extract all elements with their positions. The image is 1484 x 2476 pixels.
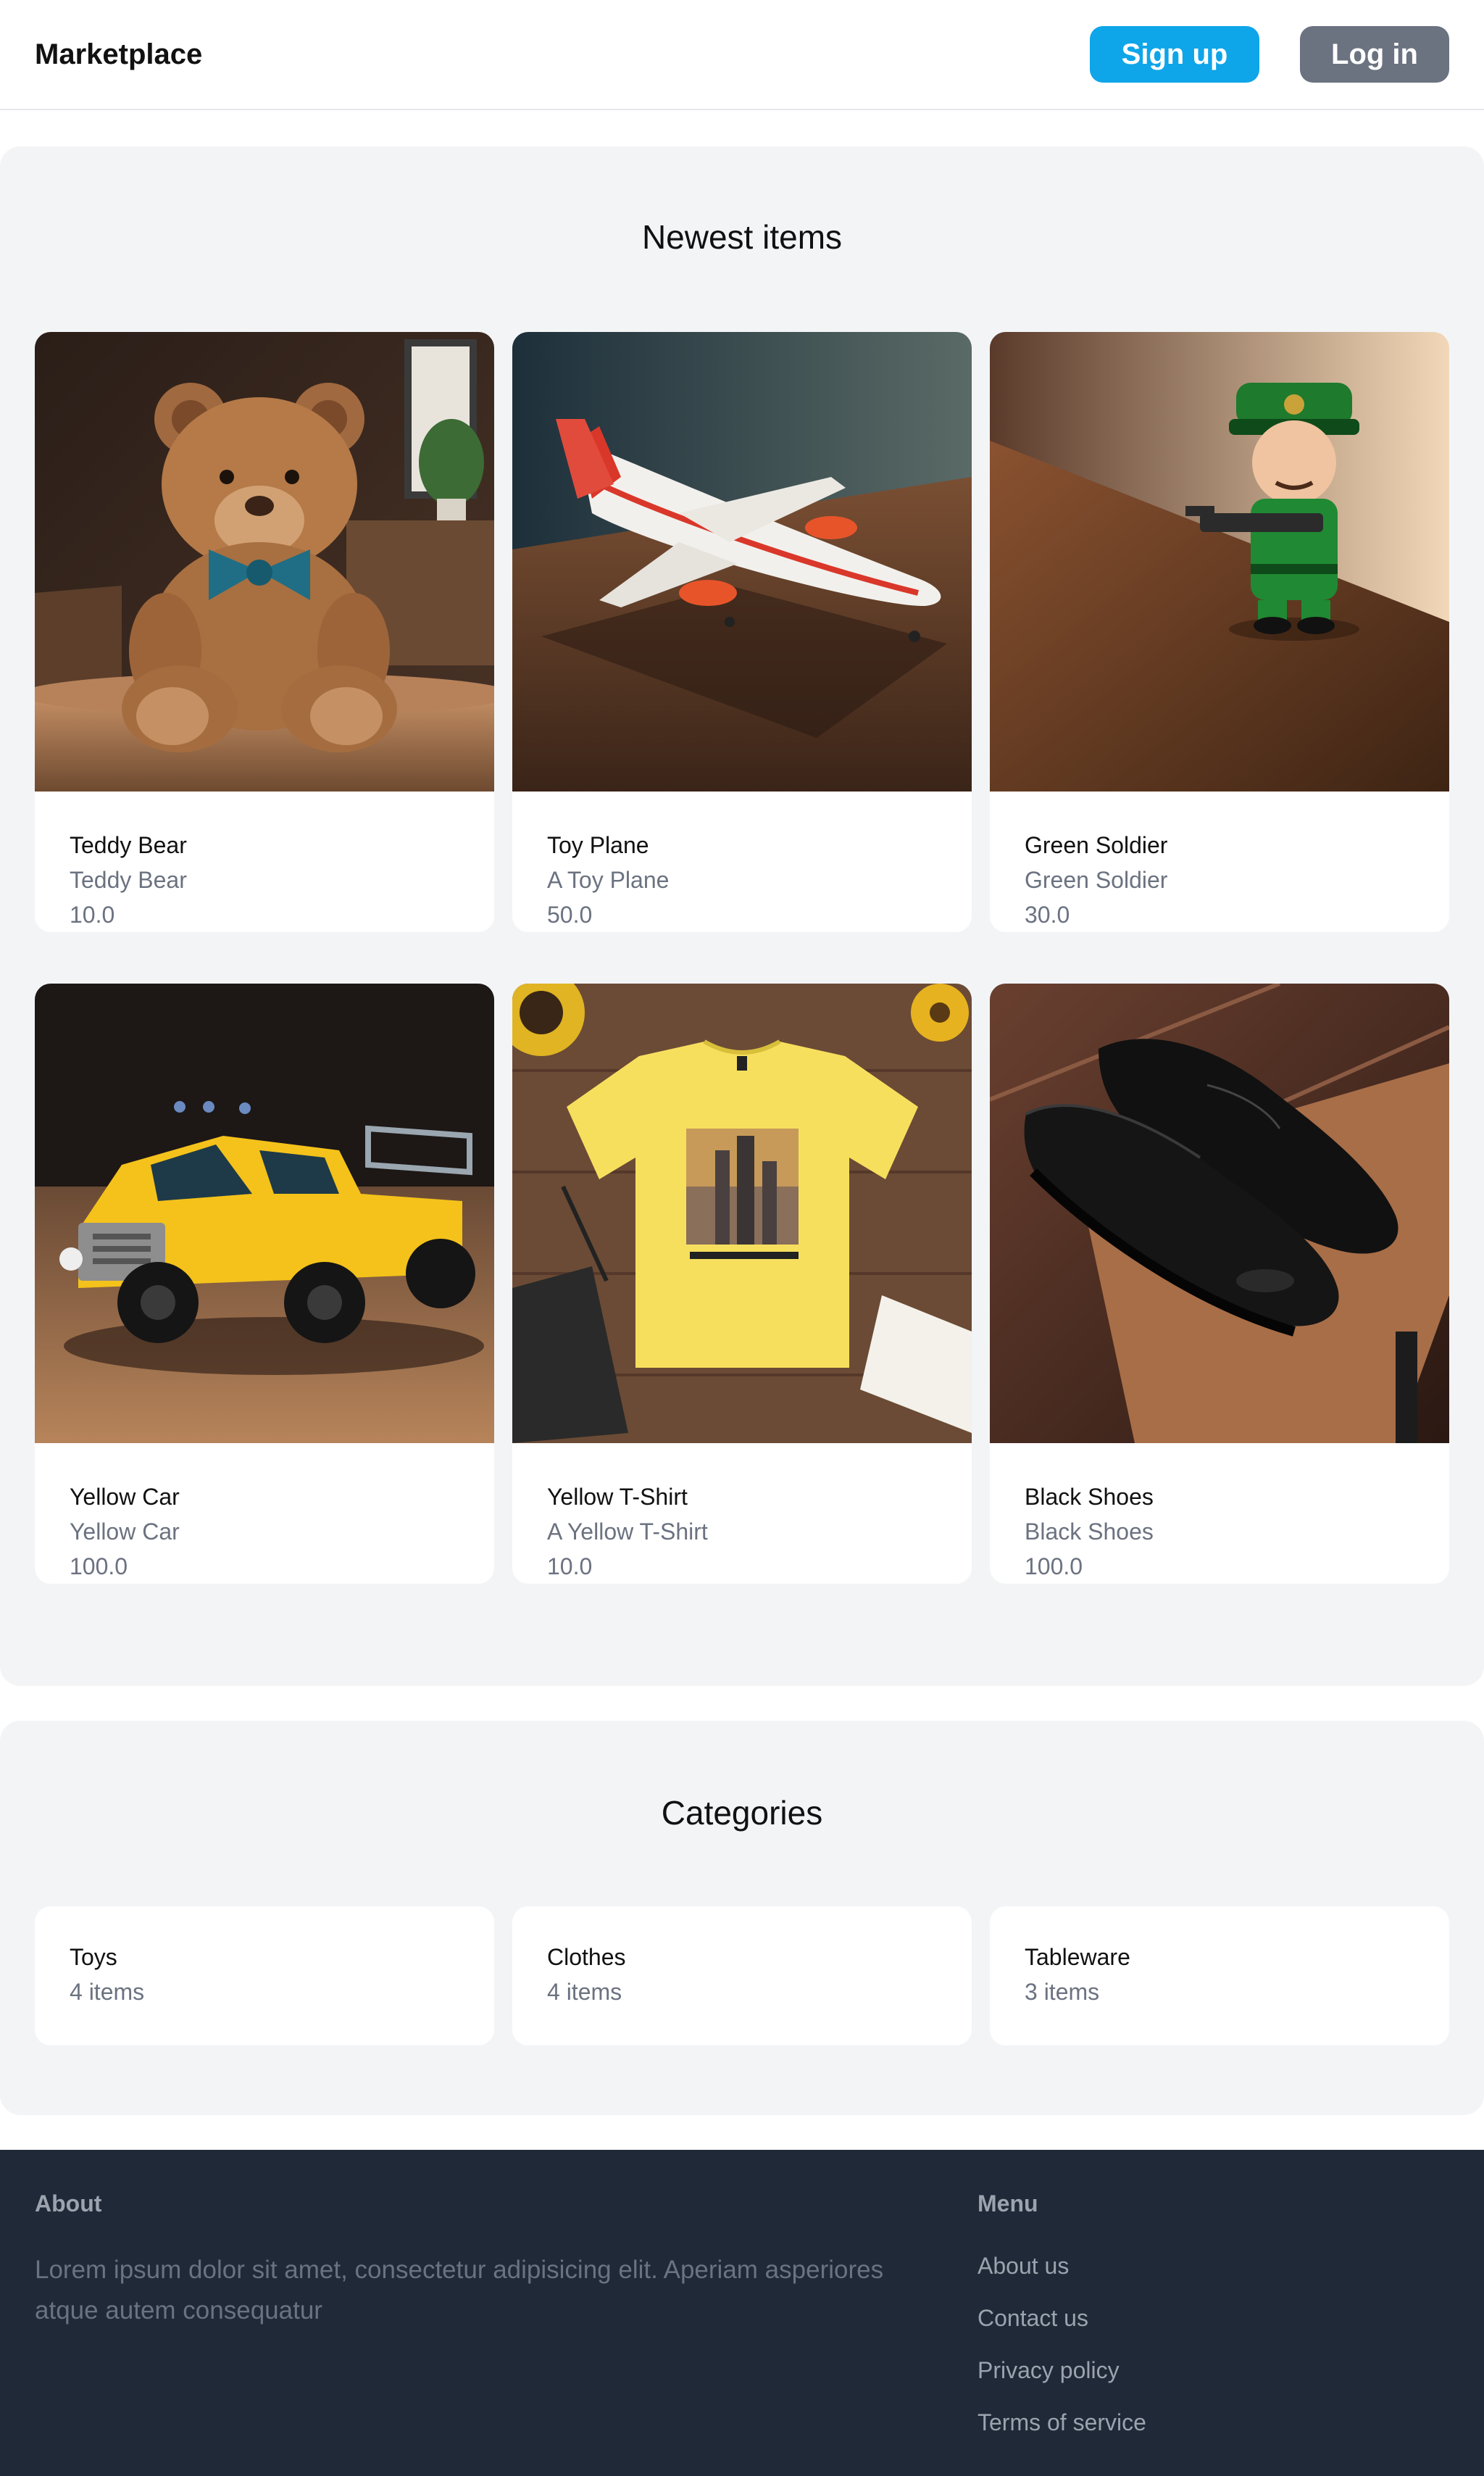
item-name[interactable]: Yellow T-Shirt bbox=[547, 1479, 937, 1514]
item-card-black-shoes[interactable]: Black Shoes Black Shoes 100.0 bbox=[990, 984, 1449, 1584]
newest-items-section: Newest items Teddy Bear Teddy Bear 10.0 … bbox=[0, 146, 1484, 1686]
category-card-toys[interactable]: Toys 4 items bbox=[35, 1906, 494, 2045]
footer-link-terms-of-service[interactable]: Terms of service bbox=[977, 2408, 1146, 2437]
item-info: Yellow T-Shirt A Yellow T-Shirt 10.0 bbox=[512, 1443, 972, 1584]
category-count: 4 items bbox=[70, 1979, 145, 2005]
item-name[interactable]: Toy Plane bbox=[547, 828, 937, 863]
item-description: Black Shoes bbox=[1025, 1519, 1154, 1545]
site-footer: About Lorem ipsum dolor sit amet, consec… bbox=[0, 2150, 1484, 2476]
item-price: 50.0 bbox=[547, 902, 593, 928]
item-card-yellow-tshirt[interactable]: Yellow T-Shirt A Yellow T-Shirt 10.0 bbox=[512, 984, 972, 1584]
black-shoes-image[interactable] bbox=[990, 984, 1449, 1443]
footer-link-contact-us[interactable]: Contact us bbox=[977, 2303, 1146, 2332]
item-name[interactable]: Yellow Car bbox=[70, 1479, 459, 1514]
item-card-teddy-bear[interactable]: Teddy Bear Teddy Bear 10.0 bbox=[35, 332, 494, 932]
signup-button[interactable]: Sign up bbox=[1090, 26, 1259, 83]
nav-buttons: Sign up Log in bbox=[1090, 26, 1449, 83]
footer-about-title: About bbox=[35, 2190, 102, 2217]
footer-about-text: Lorem ipsum dolor sit amet, consectetur … bbox=[35, 2256, 884, 2325]
item-name[interactable]: Green Soldier bbox=[1025, 828, 1414, 863]
item-description: Yellow Car bbox=[70, 1519, 180, 1545]
item-price: 30.0 bbox=[1025, 902, 1070, 928]
item-card-yellow-car[interactable]: Yellow Car Yellow Car 100.0 bbox=[35, 984, 494, 1584]
footer-menu: About us Contact us Privacy policy Terms… bbox=[977, 2251, 1146, 2460]
item-description: A Toy Plane bbox=[547, 867, 670, 893]
yellow-car-image[interactable] bbox=[35, 984, 494, 1443]
item-price: 100.0 bbox=[1025, 1553, 1083, 1579]
category-count: 4 items bbox=[547, 1979, 622, 2005]
toy-plane-image[interactable] bbox=[512, 332, 972, 792]
brand-logo[interactable]: Marketplace bbox=[35, 38, 202, 71]
item-info: Toy Plane A Toy Plane 50.0 bbox=[512, 792, 972, 932]
newest-items-title: Newest items bbox=[641, 218, 843, 256]
category-count: 3 items bbox=[1025, 1979, 1100, 2005]
item-info: Yellow Car Yellow Car 100.0 bbox=[35, 1443, 494, 1584]
footer-link-privacy-policy[interactable]: Privacy policy bbox=[977, 2356, 1146, 2385]
item-price: 10.0 bbox=[70, 902, 115, 928]
top-navbar: Marketplace Sign up Log in bbox=[0, 0, 1484, 110]
item-price: 100.0 bbox=[70, 1553, 128, 1579]
item-info: Black Shoes Black Shoes 100.0 bbox=[990, 1443, 1449, 1584]
category-name: Tableware bbox=[1025, 1944, 1130, 1970]
item-description: Teddy Bear bbox=[70, 867, 187, 893]
footer-menu-title: Menu bbox=[977, 2190, 1038, 2217]
item-info: Teddy Bear Teddy Bear 10.0 bbox=[35, 792, 494, 932]
item-info: Green Soldier Green Soldier 30.0 bbox=[990, 792, 1449, 932]
category-name: Clothes bbox=[547, 1944, 626, 1970]
item-card-toy-plane[interactable]: Toy Plane A Toy Plane 50.0 bbox=[512, 332, 972, 932]
category-card-tableware[interactable]: Tableware 3 items bbox=[990, 1906, 1449, 2045]
item-description: Green Soldier bbox=[1025, 867, 1168, 893]
categories-title: Categories bbox=[661, 1794, 823, 1832]
yellow-tshirt-image[interactable] bbox=[512, 984, 972, 1443]
item-description: A Yellow T-Shirt bbox=[547, 1519, 708, 1545]
item-card-green-soldier[interactable]: Green Soldier Green Soldier 30.0 bbox=[990, 332, 1449, 932]
category-name: Toys bbox=[70, 1944, 117, 1970]
teddy-bear-image[interactable] bbox=[35, 332, 494, 792]
category-card-clothes[interactable]: Clothes 4 items bbox=[512, 1906, 972, 2045]
item-name[interactable]: Black Shoes bbox=[1025, 1479, 1414, 1514]
footer-link-about-us[interactable]: About us bbox=[977, 2251, 1146, 2280]
green-soldier-image[interactable] bbox=[990, 332, 1449, 792]
item-name[interactable]: Teddy Bear bbox=[70, 828, 459, 863]
categories-section: Categories Toys 4 items Clothes 4 items … bbox=[0, 1721, 1484, 2115]
item-price: 10.0 bbox=[547, 1553, 593, 1579]
login-button[interactable]: Log in bbox=[1300, 26, 1449, 83]
